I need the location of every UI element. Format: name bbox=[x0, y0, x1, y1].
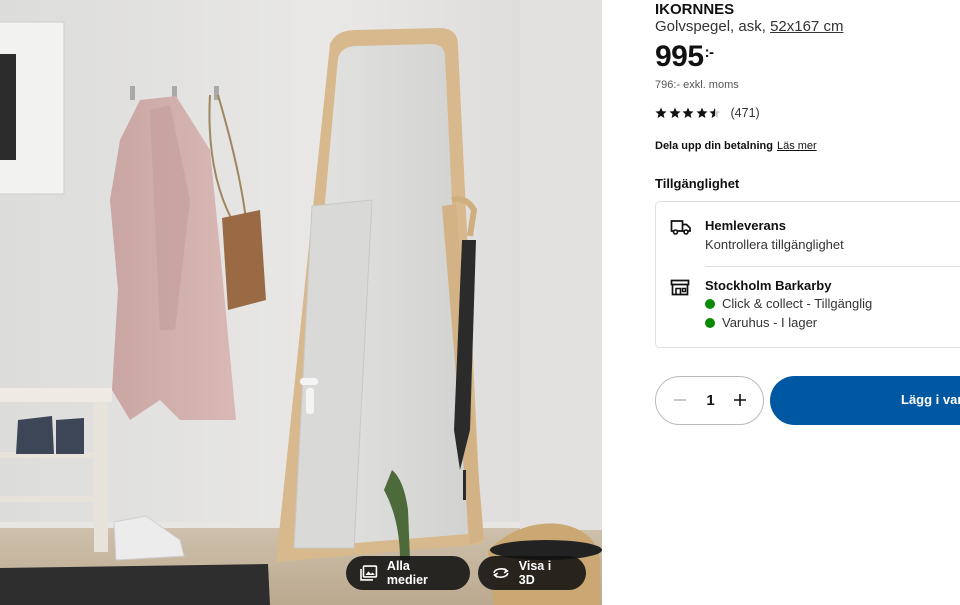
availability-heading: Tillgänglighet bbox=[655, 176, 740, 191]
availability-box: Hemleverans Kontrollera tillgänglighet S… bbox=[655, 201, 960, 348]
star-icon bbox=[709, 107, 721, 118]
quantity-value[interactable]: 1 bbox=[656, 392, 765, 409]
product-price: 995:- bbox=[655, 40, 714, 74]
price-excl-vat: 796:- exkl. moms bbox=[655, 79, 739, 91]
delivery-subtitle: Kontrollera tillgänglighet bbox=[705, 237, 844, 252]
add-to-cart-label: Lägg i var bbox=[901, 392, 960, 407]
click-collect-text: Click & collect - Tillgänglig bbox=[722, 296, 873, 311]
star-icon bbox=[696, 107, 707, 118]
in-store-status: Varuhus - I lager bbox=[705, 315, 817, 330]
plus-icon[interactable] bbox=[733, 393, 747, 407]
in-store-text: Varuhus - I lager bbox=[722, 315, 818, 330]
product-size-link[interactable]: 52x167 cm bbox=[770, 18, 843, 35]
click-collect-status: Click & collect - Tillgänglig bbox=[705, 296, 872, 311]
split-payment-info: Dela upp din betalning Läs mer bbox=[655, 140, 817, 152]
delivery-title: Hemleverans bbox=[705, 218, 786, 233]
product-name: IKORNNES bbox=[655, 1, 735, 18]
truck-icon bbox=[670, 220, 691, 235]
price-amount: 995 bbox=[655, 40, 704, 73]
split-payment-text: Dela upp din betalning bbox=[655, 140, 773, 152]
product-description: Golvspegel, ask, 52x167 cm bbox=[655, 18, 843, 35]
read-more-link[interactable]: Läs mer bbox=[777, 140, 817, 152]
product-info-panel: IKORNNES Golvspegel, ask, 52x167 cm 995:… bbox=[602, 0, 960, 605]
store-icon bbox=[670, 279, 690, 296]
star-icon bbox=[669, 107, 680, 118]
add-to-cart-button[interactable]: Lägg i var bbox=[770, 376, 960, 425]
rating-count: (471) bbox=[730, 106, 760, 120]
all-media-button[interactable]: Alla medier bbox=[346, 556, 470, 590]
view-3d-label: Visa i 3D bbox=[518, 559, 552, 587]
product-photo-scene bbox=[0, 0, 602, 605]
price-suffix: :- bbox=[704, 44, 715, 61]
view-3d-button[interactable]: Visa i 3D bbox=[478, 556, 586, 590]
quantity-stepper: 1 bbox=[655, 376, 764, 425]
product-image[interactable]: Alla medier Visa i 3D bbox=[0, 0, 602, 605]
status-dot bbox=[705, 298, 715, 309]
gallery-icon bbox=[360, 565, 378, 581]
star-icon bbox=[655, 107, 667, 118]
availability-divider bbox=[705, 266, 960, 267]
product-type: Golvspegel, ask, bbox=[655, 18, 771, 35]
rotate-3d-icon bbox=[493, 567, 509, 579]
all-media-label: Alla medier bbox=[386, 559, 428, 587]
store-title: Stockholm Barkarby bbox=[705, 278, 832, 293]
star-icon bbox=[682, 107, 694, 118]
rating-stars bbox=[655, 107, 723, 119]
product-rating[interactable]: (471) bbox=[655, 106, 760, 120]
status-dot bbox=[705, 317, 715, 328]
